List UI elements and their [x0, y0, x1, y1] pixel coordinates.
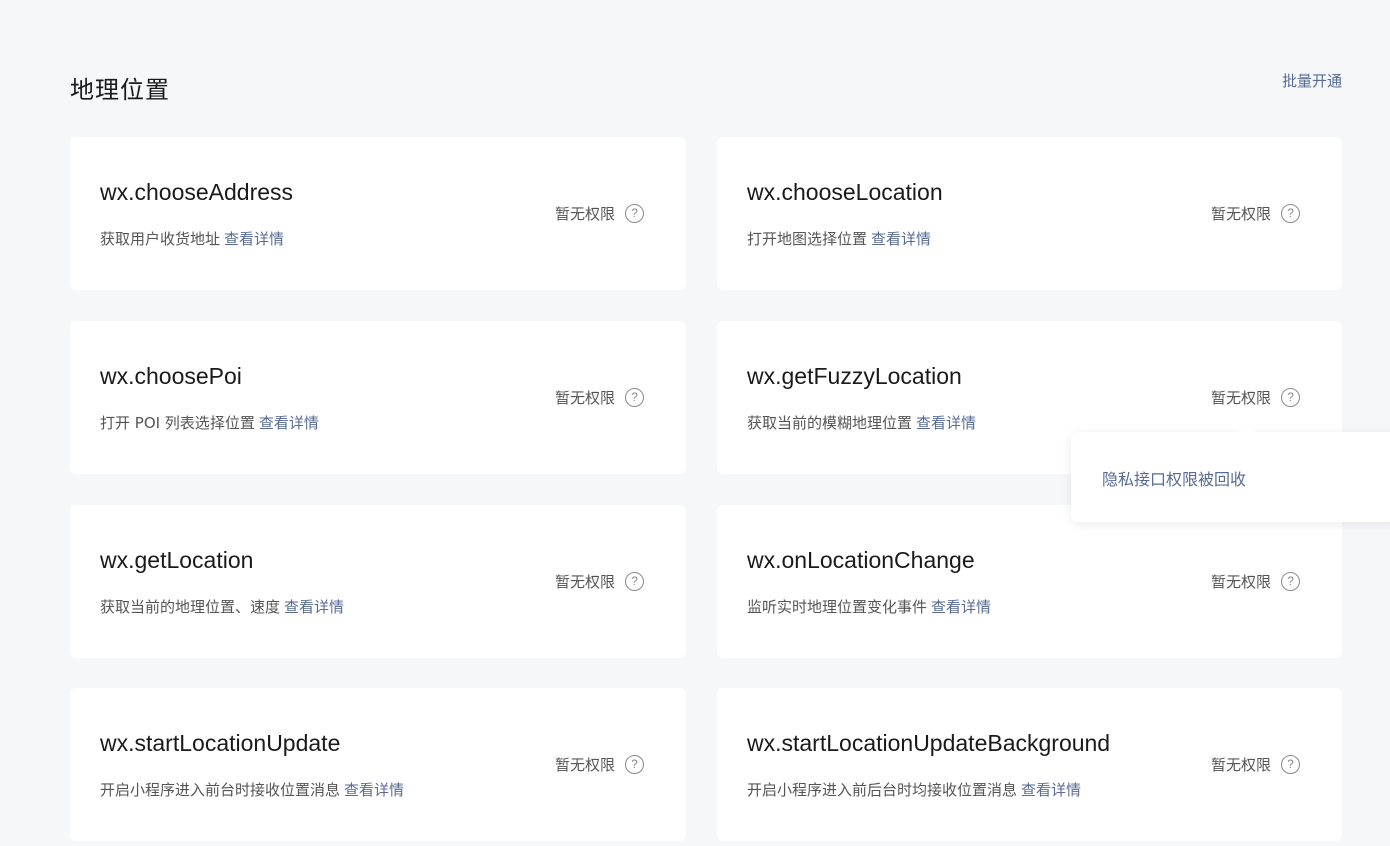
- permission-status: 暂无权限?: [555, 203, 644, 224]
- api-description: 打开 POI 列表选择位置 查看详情: [100, 412, 319, 433]
- permission-status: 暂无权限?: [555, 387, 644, 408]
- help-icon[interactable]: ?: [625, 388, 644, 407]
- privacy-tooltip: 隐私接口权限被回收: [1071, 423, 1390, 522]
- api-card: wx.chooseAddress 获取用户收货地址 查看详情 暂无权限?: [70, 137, 686, 290]
- permission-status: 暂无权限?: [1211, 571, 1300, 592]
- permissions-page: 地理位置 批量开通 wx.chooseAddress 获取用户收货地址 查看详情 …: [0, 0, 1390, 846]
- help-icon[interactable]: ?: [1281, 204, 1300, 223]
- permission-status: 暂无权限?: [1211, 203, 1300, 224]
- help-icon[interactable]: ?: [1281, 572, 1300, 591]
- api-name: wx.startLocationUpdateBackground: [747, 730, 1111, 756]
- api-name: wx.chooseLocation: [747, 179, 943, 205]
- api-card: wx.getLocation 获取当前的地理位置、速度 查看详情 暂无权限?: [70, 505, 686, 658]
- api-description-text: 打开地图选择位置: [747, 230, 868, 248]
- view-details-link[interactable]: 查看详情: [284, 598, 344, 616]
- api-description-text: 监听实时地理位置变化事件: [747, 598, 928, 616]
- view-details-link[interactable]: 查看详情: [224, 230, 284, 248]
- view-details-link[interactable]: 查看详情: [259, 414, 319, 432]
- api-description: 打开地图选择位置 查看详情: [747, 228, 931, 249]
- help-icon[interactable]: ?: [1281, 755, 1300, 774]
- view-details-link[interactable]: 查看详情: [344, 781, 404, 799]
- api-card: wx.startLocationUpdateBackground 开启小程序进入…: [717, 688, 1342, 841]
- api-description: 监听实时地理位置变化事件 查看详情: [747, 596, 991, 617]
- api-description-text: 获取当前的地理位置、速度: [100, 598, 281, 616]
- view-details-link[interactable]: 查看详情: [916, 414, 976, 432]
- help-icon[interactable]: ?: [625, 204, 644, 223]
- api-description-text: 开启小程序进入前台时接收位置消息: [100, 781, 341, 799]
- status-text: 暂无权限: [1210, 573, 1271, 591]
- api-description: 开启小程序进入前台时接收位置消息 查看详情: [100, 779, 404, 800]
- status-text: 暂无权限: [1210, 756, 1271, 774]
- permission-status: 暂无权限?: [555, 571, 644, 592]
- api-description-text: 开启小程序进入前后台时均接收位置消息: [747, 781, 1018, 799]
- help-icon[interactable]: ?: [1281, 388, 1300, 407]
- api-description-text: 获取用户收货地址: [100, 230, 221, 248]
- api-name: wx.getFuzzyLocation: [747, 363, 962, 389]
- api-description: 获取用户收货地址 查看详情: [100, 228, 284, 249]
- status-text: 暂无权限: [554, 389, 615, 407]
- api-name: wx.startLocationUpdate: [100, 730, 341, 756]
- status-text: 暂无权限: [1210, 389, 1271, 407]
- api-description: 获取当前的模糊地理位置 查看详情: [747, 412, 976, 433]
- view-details-link[interactable]: 查看详情: [1021, 781, 1081, 799]
- tooltip-text: 隐私接口权限被回收: [1102, 470, 1247, 489]
- permission-status: 暂无权限?: [1211, 387, 1300, 408]
- permission-status: 暂无权限?: [1211, 754, 1300, 775]
- view-details-link[interactable]: 查看详情: [871, 230, 931, 248]
- batch-enable-link[interactable]: 批量开通: [1282, 70, 1342, 91]
- status-text: 暂无权限: [554, 756, 615, 774]
- api-name: wx.getLocation: [100, 547, 254, 573]
- help-icon[interactable]: ?: [625, 755, 644, 774]
- api-description: 开启小程序进入前后台时均接收位置消息 查看详情: [747, 779, 1081, 800]
- api-name: wx.chooseAddress: [100, 179, 294, 205]
- permission-status: 暂无权限?: [555, 754, 644, 775]
- api-description-text: 获取当前的模糊地理位置: [747, 414, 913, 432]
- status-text: 暂无权限: [554, 205, 615, 223]
- api-card: wx.choosePoi 打开 POI 列表选择位置 查看详情 暂无权限?: [70, 321, 686, 474]
- status-text: 暂无权限: [554, 573, 615, 591]
- api-name: wx.choosePoi: [100, 363, 242, 389]
- api-card: wx.chooseLocation 打开地图选择位置 查看详情 暂无权限?: [717, 137, 1342, 290]
- api-card: wx.startLocationUpdate 开启小程序进入前台时接收位置消息查…: [70, 688, 686, 841]
- api-card: wx.onLocationChange 监听实时地理位置变化事件 查看详情 暂无权…: [717, 505, 1342, 658]
- help-icon[interactable]: ?: [625, 572, 644, 591]
- api-description-text: 打开 POI 列表选择位置: [100, 414, 255, 432]
- api-name: wx.onLocationChange: [747, 547, 975, 573]
- section-title: 地理位置: [70, 76, 170, 104]
- status-text: 暂无权限: [1210, 205, 1271, 223]
- view-details-link[interactable]: 查看详情: [931, 598, 991, 616]
- api-description: 获取当前的地理位置、速度 查看详情: [100, 596, 344, 617]
